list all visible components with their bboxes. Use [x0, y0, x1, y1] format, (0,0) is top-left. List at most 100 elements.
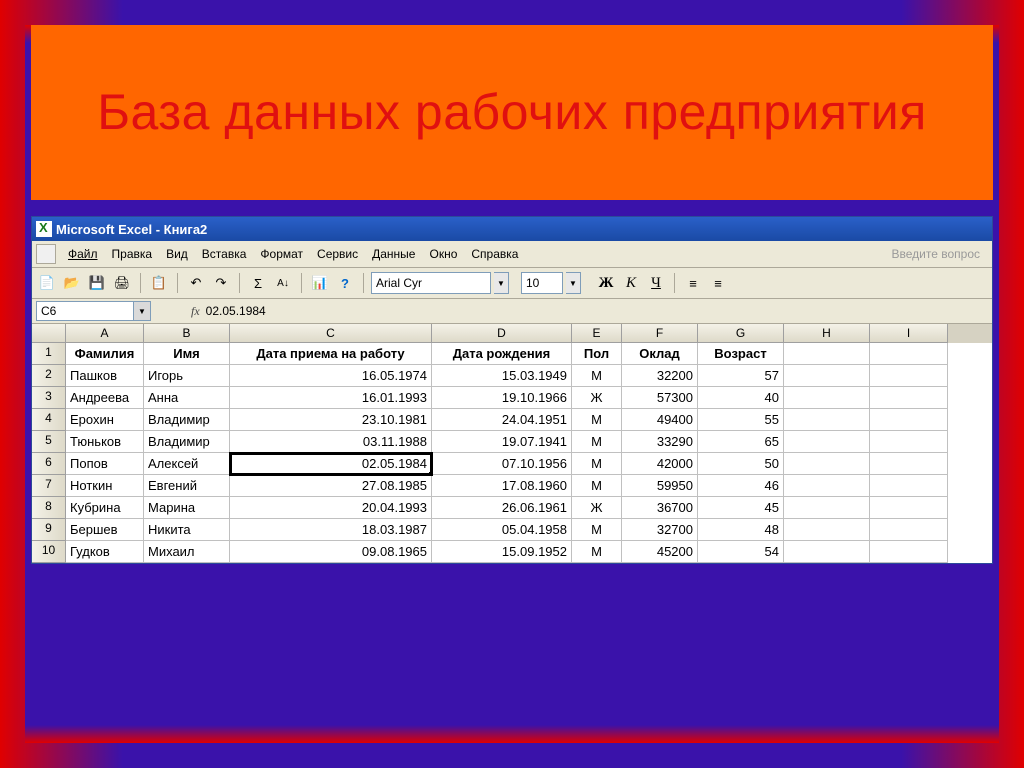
- column-header[interactable]: C: [230, 324, 432, 343]
- row-header[interactable]: 8: [32, 497, 66, 519]
- cell[interactable]: Фамилия: [66, 343, 144, 365]
- cell[interactable]: 19.07.1941: [432, 431, 572, 453]
- cell[interactable]: Кубрина: [66, 497, 144, 519]
- save-icon[interactable]: 💾: [86, 272, 108, 294]
- menu-service[interactable]: Сервис: [311, 245, 364, 263]
- cell[interactable]: 49400: [622, 409, 698, 431]
- cell[interactable]: [784, 431, 870, 453]
- column-header[interactable]: B: [144, 324, 230, 343]
- paste-icon[interactable]: 📋: [148, 272, 170, 294]
- cell[interactable]: М: [572, 365, 622, 387]
- cell[interactable]: 46: [698, 475, 784, 497]
- column-header[interactable]: E: [572, 324, 622, 343]
- cell[interactable]: 26.06.1961: [432, 497, 572, 519]
- cell[interactable]: 16.05.1974: [230, 365, 432, 387]
- column-header[interactable]: H: [784, 324, 870, 343]
- row-header[interactable]: 3: [32, 387, 66, 409]
- cell[interactable]: М: [572, 431, 622, 453]
- chevron-down-icon[interactable]: ▼: [134, 301, 151, 321]
- cell[interactable]: 18.03.1987: [230, 519, 432, 541]
- menu-view[interactable]: Вид: [160, 245, 194, 263]
- cell[interactable]: Владимир: [144, 409, 230, 431]
- menu-edit[interactable]: Правка: [106, 245, 159, 263]
- cell[interactable]: [870, 343, 948, 365]
- bold-button[interactable]: Ж: [595, 275, 617, 292]
- menu-format[interactable]: Формат: [254, 245, 309, 263]
- fx-icon[interactable]: fx: [191, 304, 200, 319]
- cell[interactable]: Дата приема на работу: [230, 343, 432, 365]
- cell[interactable]: М: [572, 519, 622, 541]
- name-box[interactable]: C6: [36, 301, 134, 321]
- chart-icon[interactable]: 📊: [309, 272, 331, 294]
- italic-button[interactable]: К: [620, 275, 642, 292]
- row-header[interactable]: 6: [32, 453, 66, 475]
- cell[interactable]: 45200: [622, 541, 698, 563]
- column-header[interactable]: I: [870, 324, 948, 343]
- cell[interactable]: 32200: [622, 365, 698, 387]
- cell[interactable]: 15.03.1949: [432, 365, 572, 387]
- cell[interactable]: Имя: [144, 343, 230, 365]
- cell[interactable]: 03.11.1988: [230, 431, 432, 453]
- cell[interactable]: Попов: [66, 453, 144, 475]
- cell[interactable]: Гудков: [66, 541, 144, 563]
- row-header[interactable]: 4: [32, 409, 66, 431]
- menu-insert[interactable]: Вставка: [196, 245, 253, 263]
- cell[interactable]: [784, 453, 870, 475]
- autosum-icon[interactable]: Σ: [247, 272, 269, 294]
- redo-icon[interactable]: ↷: [210, 272, 232, 294]
- cell[interactable]: Ноткин: [66, 475, 144, 497]
- cell[interactable]: 19.10.1966: [432, 387, 572, 409]
- menu-file[interactable]: Файл: [62, 245, 104, 263]
- row-header[interactable]: 9: [32, 519, 66, 541]
- menu-help[interactable]: Справка: [465, 245, 524, 263]
- underline-button[interactable]: Ч: [645, 275, 667, 292]
- new-icon[interactable]: 📄: [36, 272, 58, 294]
- spreadsheet[interactable]: ABCDEFGHI 1ФамилияИмяДата приема на рабо…: [32, 324, 992, 563]
- cell[interactable]: Ж: [572, 387, 622, 409]
- cell[interactable]: Владимир: [144, 431, 230, 453]
- column-header[interactable]: A: [66, 324, 144, 343]
- font-size-select[interactable]: 10: [521, 272, 563, 294]
- cell[interactable]: [784, 475, 870, 497]
- cell[interactable]: [784, 541, 870, 563]
- cell[interactable]: 32700: [622, 519, 698, 541]
- menu-window[interactable]: Окно: [423, 245, 463, 263]
- cell[interactable]: Михаил: [144, 541, 230, 563]
- undo-icon[interactable]: ↶: [185, 272, 207, 294]
- cell[interactable]: 48: [698, 519, 784, 541]
- cell[interactable]: 65: [698, 431, 784, 453]
- cell[interactable]: М: [572, 409, 622, 431]
- formula-value[interactable]: 02.05.1984: [206, 304, 988, 318]
- cell[interactable]: [784, 343, 870, 365]
- cell[interactable]: [784, 387, 870, 409]
- cell[interactable]: [784, 497, 870, 519]
- align-center-icon[interactable]: ≡: [707, 272, 729, 294]
- cell[interactable]: [870, 497, 948, 519]
- window-titlebar[interactable]: Microsoft Excel - Книга2: [32, 217, 992, 241]
- cell[interactable]: [870, 475, 948, 497]
- cell[interactable]: Марина: [144, 497, 230, 519]
- cell[interactable]: 57: [698, 365, 784, 387]
- active-cell[interactable]: 02.05.1984: [230, 453, 432, 475]
- align-left-icon[interactable]: ≡: [682, 272, 704, 294]
- cell[interactable]: 17.08.1960: [432, 475, 572, 497]
- workbook-icon[interactable]: [36, 244, 56, 264]
- select-all-corner[interactable]: [32, 324, 66, 343]
- cell[interactable]: М: [572, 453, 622, 475]
- row-header[interactable]: 10: [32, 541, 66, 563]
- row-header[interactable]: 1: [32, 343, 66, 365]
- cell[interactable]: [870, 409, 948, 431]
- row-header[interactable]: 2: [32, 365, 66, 387]
- cell[interactable]: [870, 387, 948, 409]
- cell[interactable]: 15.09.1952: [432, 541, 572, 563]
- cell[interactable]: 27.08.1985: [230, 475, 432, 497]
- cell[interactable]: 42000: [622, 453, 698, 475]
- cell[interactable]: Алексей: [144, 453, 230, 475]
- cell[interactable]: Пашков: [66, 365, 144, 387]
- cell[interactable]: [870, 365, 948, 387]
- column-header[interactable]: F: [622, 324, 698, 343]
- cell[interactable]: М: [572, 475, 622, 497]
- cell[interactable]: Андреева: [66, 387, 144, 409]
- cell[interactable]: 54: [698, 541, 784, 563]
- chevron-down-icon[interactable]: ▼: [494, 272, 509, 294]
